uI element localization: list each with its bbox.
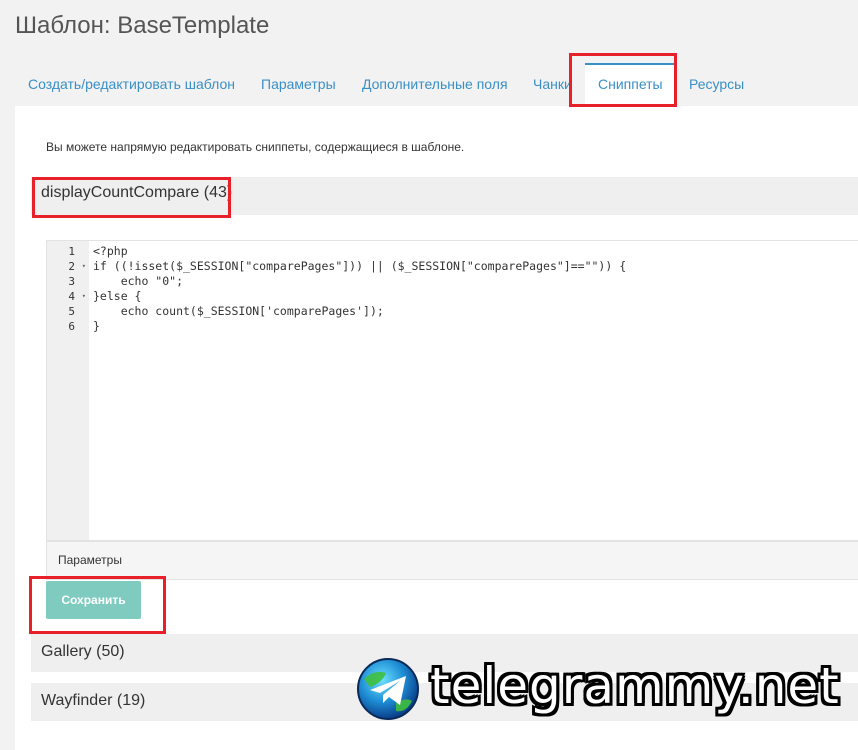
snippets-panel: Вы можете напрямую редактировать сниппет… — [15, 106, 858, 750]
line-number-gutter: 1 2 ▾ 3 4 ▾ 5 6 — [47, 241, 89, 540]
tab-bar: Создать/редактировать шаблон Параметры Д… — [15, 63, 858, 106]
snippet-header-displaycountcompare[interactable]: displayCountCompare (43) — [31, 177, 858, 215]
save-button[interactable]: Сохранить — [46, 581, 141, 619]
line-number: 6 — [68, 320, 75, 333]
watermark-text: telegrammy.net — [430, 657, 840, 715]
code-line[interactable]: }else { — [93, 289, 626, 304]
fold-arrow-icon[interactable]: ▾ — [82, 289, 86, 304]
code-line[interactable]: echo count($_SESSION['comparePages']); — [93, 304, 626, 319]
parameters-section[interactable]: Параметры — [46, 541, 858, 580]
watermark: telegrammy.net — [356, 655, 846, 725]
line-number: 1 — [68, 245, 75, 258]
line-number: 5 — [68, 305, 75, 318]
tab-snippets[interactable]: Сниппеты — [585, 63, 676, 106]
code-content[interactable]: <?php if ((!isset($_SESSION["comparePages… — [93, 244, 626, 334]
line-number: 4 ▾ — [68, 289, 86, 304]
telegram-globe-icon — [357, 658, 419, 720]
tab-parameters[interactable]: Параметры — [248, 63, 349, 106]
code-editor[interactable]: 1 2 ▾ 3 4 ▾ 5 6 <?php if ((!isset($_SESSION["com… — [46, 240, 858, 541]
line-number: 2 ▾ — [68, 259, 86, 274]
page-title: Шаблон: BaseTemplate — [15, 12, 270, 39]
code-line[interactable]: <?php — [93, 244, 626, 259]
fold-arrow-icon[interactable]: ▾ — [82, 259, 86, 274]
intro-text: Вы можете напрямую редактировать сниппет… — [46, 140, 465, 154]
tab-chunks[interactable]: Чанки — [520, 63, 585, 106]
code-line[interactable]: } — [93, 319, 626, 334]
code-line[interactable]: echo "0"; — [93, 274, 626, 289]
tab-create-edit-template[interactable]: Создать/редактировать шаблон — [15, 63, 248, 106]
tab-additional-fields[interactable]: Дополнительные поля — [349, 63, 521, 106]
code-line[interactable]: if ((!isset($_SESSION["comparePages"])) … — [93, 259, 626, 274]
tab-resources[interactable]: Ресурсы — [676, 63, 757, 106]
line-number: 3 — [68, 275, 75, 288]
